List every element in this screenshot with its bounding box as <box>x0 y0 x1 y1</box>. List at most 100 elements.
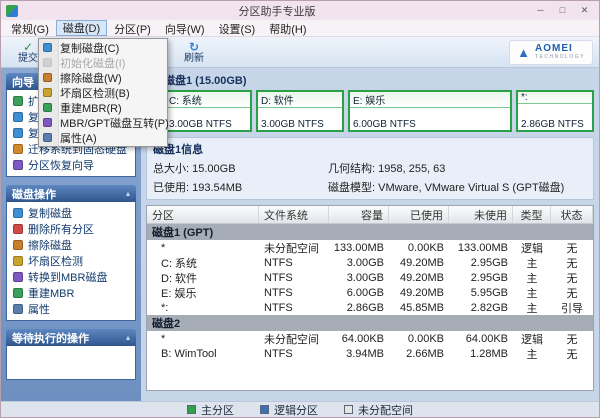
wipe-disk-icon <box>43 73 52 82</box>
table-cell: * <box>147 331 259 346</box>
rebuild-mbr-icon <box>13 288 23 298</box>
menu-item-general[interactable]: 常规(G) <box>4 20 56 36</box>
table-row[interactable]: D: 软件NTFS3.00GB49.20MB2.95GB主无 <box>147 270 593 285</box>
table-cell: 2.86GB <box>329 300 389 315</box>
menu-option-wipe-disk[interactable]: 擦除磁盘(W) <box>39 70 167 85</box>
app-icon <box>6 5 18 17</box>
minimize-button-icon[interactable]: ─ <box>531 4 550 18</box>
legend-item-unallocated: 未分配空间 <box>344 402 413 418</box>
disk-used-value: 193.54MB <box>192 182 242 194</box>
disk-used-label: 已使用: <box>153 182 189 194</box>
menu-option-properties[interactable]: 属性(A) <box>39 130 167 145</box>
menu-item-disk[interactable]: 磁盘(D) <box>56 20 107 36</box>
column-header[interactable]: 状态 <box>551 206 593 223</box>
column-header[interactable]: 类型 <box>513 206 551 223</box>
maximize-button-icon[interactable]: □ <box>553 4 572 18</box>
partition-size: 2.86GB NTFS <box>518 119 592 130</box>
table-cell: 主 <box>513 285 551 300</box>
table-row[interactable]: E: 娱乐NTFS6.00GB49.20MB5.95GB主无 <box>147 285 593 300</box>
refresh-icon: ↻ <box>189 41 199 53</box>
table-cell: C: 系统 <box>147 255 259 270</box>
table-cell: 无 <box>551 285 593 300</box>
legend-item-logical: 逻辑分区 <box>260 402 318 418</box>
sidebar-item-copy-disk[interactable]: 复制磁盘 <box>9 205 133 221</box>
table-row[interactable]: B: WimToolNTFS3.94MB2.66MB1.28MB主无 <box>147 346 593 361</box>
menu-option-label: 初始化磁盘(I) <box>58 55 125 71</box>
chevron-up-icon: ▴ <box>126 189 130 198</box>
logical-swatch-icon <box>260 405 269 414</box>
disk-ops-section-header[interactable]: 磁盘操作 ▴ <box>6 185 136 202</box>
window-controls: ─ □ ✕ <box>531 4 594 18</box>
column-header[interactable]: 已使用 <box>389 206 449 223</box>
table-cell: 64.00KB <box>329 331 389 346</box>
table-cell: 无 <box>551 270 593 285</box>
menu-option-copy-disk[interactable]: 复制磁盘(C) <box>39 40 167 55</box>
wizard-recovery-icon <box>13 160 23 170</box>
disk-info-panel: 磁盘1信息 总大小: 15.00GB 几何结构: 1958, 255, 63 已… <box>146 137 594 200</box>
menu-option-label: 擦除磁盘(W) <box>58 70 122 86</box>
table-cell: 无 <box>551 240 593 255</box>
sidebar-item-convert-to-mbr[interactable]: 转换到MBR磁盘 <box>9 269 133 285</box>
sidebar-item-label: 分区恢复向导 <box>28 157 94 173</box>
column-header[interactable]: 分区 <box>147 206 259 223</box>
partition-label: E: 娱乐 <box>350 92 510 108</box>
table-cell: 2.82GB <box>449 300 513 315</box>
table-cell: 无 <box>551 331 593 346</box>
table-cell: NTFS <box>259 346 329 361</box>
disk-geometry-label: 几何结构: <box>328 163 375 175</box>
table-row[interactable]: C: 系统NTFS3.00GB49.20MB2.95GB主无 <box>147 255 593 270</box>
sidebar-item-label: 复制磁盘 <box>28 205 72 221</box>
submit-check-icon: ✓ <box>23 41 33 53</box>
wizard-migrate-icon <box>13 144 23 154</box>
disk-group-row[interactable]: 磁盘1 (GPT) <box>147 224 593 240</box>
menu-option-rebuild-mbr[interactable]: 重建MBR(R) <box>39 100 167 115</box>
rebuild-mbr-icon <box>43 103 52 112</box>
menu-item-settings[interactable]: 设置(S) <box>212 20 263 36</box>
table-cell: 133.00MB <box>329 240 389 255</box>
table-row[interactable]: *未分配空间133.00MB0.00KB133.00MB逻辑无 <box>147 240 593 255</box>
init-disk-icon <box>43 58 52 67</box>
partition-block[interactable]: E: 娱乐 6.00GB NTFS <box>348 90 512 132</box>
table-row[interactable]: *未分配空间64.00KB0.00KB64.00KB逻辑无 <box>147 331 593 346</box>
partition-label: D: 软件 <box>258 92 342 108</box>
partition-block[interactable]: D: 软件3.00GB NTFS <box>256 90 344 132</box>
main-panel: 磁盘1 (15.00GB) *:133.00MBC: 系统3.00GB NTFS… <box>141 68 599 401</box>
sidebar-item-label: 重建MBR <box>28 285 74 301</box>
menu-option-bad-sector-test[interactable]: 坏扇区检测(B) <box>39 85 167 100</box>
sidebar-item-partition-recovery-wizard[interactable]: 分区恢复向导 <box>9 157 133 173</box>
disk-ops-list: 复制磁盘删除所有分区擦除磁盘坏扇区检测转换到MBR磁盘重建MBR属性 <box>6 202 136 321</box>
table-row[interactable]: *:NTFS2.86GB45.85MB2.82GB主引导 <box>147 300 593 315</box>
sidebar-item-rebuild-mbr[interactable]: 重建MBR <box>9 285 133 301</box>
table-cell: 无 <box>551 346 593 361</box>
column-header[interactable]: 文件系统 <box>259 206 329 223</box>
disk-group-row[interactable]: 磁盘2 <box>147 315 593 331</box>
sidebar-item-delete-all-partitions[interactable]: 删除所有分区 <box>9 221 133 237</box>
menu-option-label: 坏扇区检测(B) <box>58 85 130 101</box>
properties-icon <box>43 133 52 142</box>
table-cell: 2.95GB <box>449 255 513 270</box>
sidebar-item-label: 转换到MBR磁盘 <box>28 269 107 285</box>
pending-ops-section-header[interactable]: 等待执行的操作 ▴ <box>6 329 136 346</box>
close-button-icon[interactable]: ✕ <box>575 4 594 18</box>
partition-size: 6.00GB NTFS <box>350 119 510 130</box>
table-cell: 49.20MB <box>389 285 449 300</box>
refresh-button[interactable]: ↻ 刷新 <box>173 38 215 67</box>
menu-item-help[interactable]: 帮助(H) <box>262 20 313 36</box>
menu-item-partition[interactable]: 分区(P) <box>107 20 158 36</box>
sidebar-item-properties[interactable]: 属性 <box>9 301 133 317</box>
menu-option-convert-mbr-gpt[interactable]: MBR/GPT磁盘互转(P) <box>39 115 167 130</box>
sidebar-item-bad-sector-test[interactable]: 坏扇区检测 <box>9 253 133 269</box>
pending-ops-list <box>6 346 136 380</box>
copy-disk-icon <box>13 208 23 218</box>
partition-block[interactable]: C: 系统3.00GB NTFS <box>164 90 252 132</box>
column-header[interactable]: 容量 <box>329 206 389 223</box>
table-body: 磁盘1 (GPT)*未分配空间133.00MB0.00KB133.00MB逻辑无… <box>147 224 593 361</box>
sidebar-item-wipe-disk[interactable]: 擦除磁盘 <box>9 237 133 253</box>
partition-block[interactable]: *:2.86GB NTFS <box>516 90 594 132</box>
menu-item-wizard[interactable]: 向导(W) <box>158 20 212 36</box>
table-cell: *: <box>147 300 259 315</box>
table-cell: NTFS <box>259 285 329 300</box>
column-header[interactable]: 未使用 <box>449 206 513 223</box>
convert-disk-icon <box>43 118 52 127</box>
window-title: 分区助手专业版 <box>23 3 531 19</box>
